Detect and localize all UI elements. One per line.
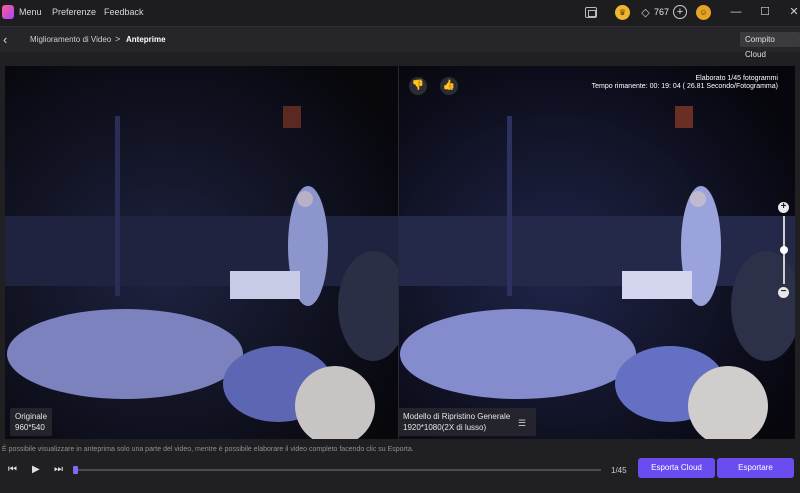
player-controls: ⏮ ▶ ⏭ 1/45 Esporta Cloud Esportare <box>0 456 800 482</box>
credits-count: 767 <box>654 7 670 17</box>
model-info-badge: Modello di Ripristino Generale 1920*1080… <box>398 408 536 436</box>
timeline-handle[interactable] <box>73 466 78 474</box>
crown-icon[interactable]: ♛ <box>615 5 630 20</box>
original-preview-pane <box>5 66 398 439</box>
menu-item-feedback[interactable]: Feedback <box>104 7 144 17</box>
play-icon[interactable]: ▶ <box>32 464 40 475</box>
zoom-slider[interactable]: + − <box>778 202 790 298</box>
app-window: Menu Preferenze Feedback ♛ ◇ 767 + ☺ — ☐… <box>0 0 800 493</box>
model-settings-icon[interactable]: ☰ <box>518 418 529 428</box>
dislike-icon[interactable]: 👎 <box>409 77 427 95</box>
enhanced-video-frame <box>398 66 795 439</box>
timeline-track[interactable] <box>73 466 601 474</box>
original-video-frame <box>5 66 398 439</box>
breadcrumb: ‹ Miglioramento di Video > Anteprime Com… <box>0 26 800 59</box>
cloud-task-button[interactable]: Compito Cloud <box>740 32 800 59</box>
export-cloud-button[interactable]: Esporta Cloud <box>638 458 715 478</box>
diamond-icon: ◇ <box>641 7 650 19</box>
frame-counter: 1/45 <box>611 466 627 475</box>
minimize-button[interactable]: — <box>728 5 744 19</box>
zoom-thumb[interactable] <box>780 246 788 254</box>
close-button[interactable]: ✕ <box>786 5 800 19</box>
window-mode-icon[interactable] <box>585 7 597 18</box>
export-button[interactable]: Esportare <box>717 458 794 478</box>
breadcrumb-separator-icon: > <box>115 34 121 44</box>
breadcrumb-current: Anteprime <box>126 35 166 44</box>
model-label: Modello di Ripristino Generale <box>403 412 511 421</box>
compare-divider[interactable] <box>398 66 399 439</box>
like-icon[interactable]: 👍 <box>440 77 458 95</box>
menu-bar: Menu Preferenze Feedback ♛ ◇ 767 + ☺ — ☐… <box>0 0 800 26</box>
original-resolution: 960*540 <box>15 423 45 432</box>
preview-notice: È possibile visualizzare in anteprima so… <box>2 446 414 453</box>
processing-frames: Elaborato 1/45 fotogrammi <box>695 75 779 82</box>
processing-time-remaining: Tempo rimanente: 00: 19: 04 ( 26.81 Seco… <box>591 83 778 90</box>
processing-status: Elaborato 1/45 fotogrammi Tempo rimanent… <box>592 75 778 91</box>
video-preview: 👎 👍 Elaborato 1/45 fotogrammi Tempo rima… <box>5 66 795 439</box>
menu-item-preferences[interactable]: Preferenze <box>52 7 96 17</box>
breadcrumb-parent[interactable]: Miglioramento di Video <box>30 35 111 44</box>
zoom-out-icon[interactable]: − <box>778 287 789 298</box>
next-frame-icon[interactable]: ⏭ <box>54 464 63 475</box>
enhanced-preview-pane <box>398 66 795 439</box>
original-label: Originale <box>15 412 48 421</box>
zoom-in-icon[interactable]: + <box>778 202 789 213</box>
maximize-button[interactable]: ☐ <box>757 5 773 19</box>
app-logo-icon <box>2 5 14 19</box>
back-arrow-icon[interactable]: ‹ <box>3 33 15 47</box>
original-info-badge: Originale 960*540 <box>10 408 53 436</box>
previous-frame-icon[interactable]: ⏮ <box>8 464 17 475</box>
add-credits-icon[interactable]: + <box>673 5 687 19</box>
menu-item-menu[interactable]: Menu <box>19 7 42 17</box>
avatar[interactable]: ☺ <box>696 5 711 20</box>
model-resolution: 1920*1080(2X di lusso) <box>403 423 487 432</box>
